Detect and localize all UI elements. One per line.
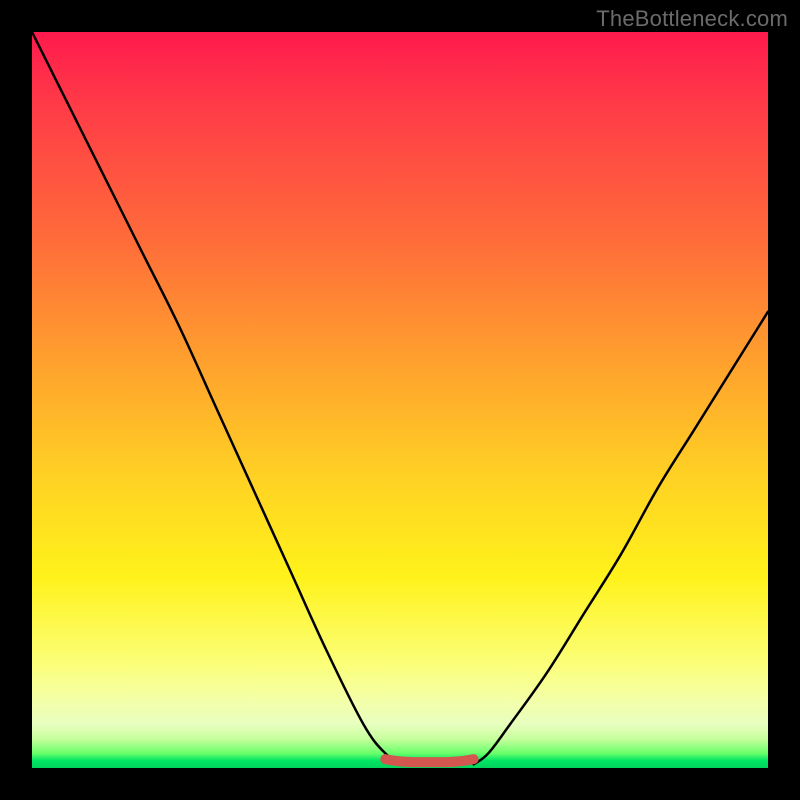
chart-frame: TheBottleneck.com xyxy=(0,0,800,800)
curve-right-path xyxy=(474,312,768,765)
plot-svg xyxy=(32,32,768,768)
valley-floor-path xyxy=(385,759,473,762)
attribution-watermark: TheBottleneck.com xyxy=(596,6,788,32)
curve-left-path xyxy=(32,32,415,764)
plot-area xyxy=(32,32,768,768)
